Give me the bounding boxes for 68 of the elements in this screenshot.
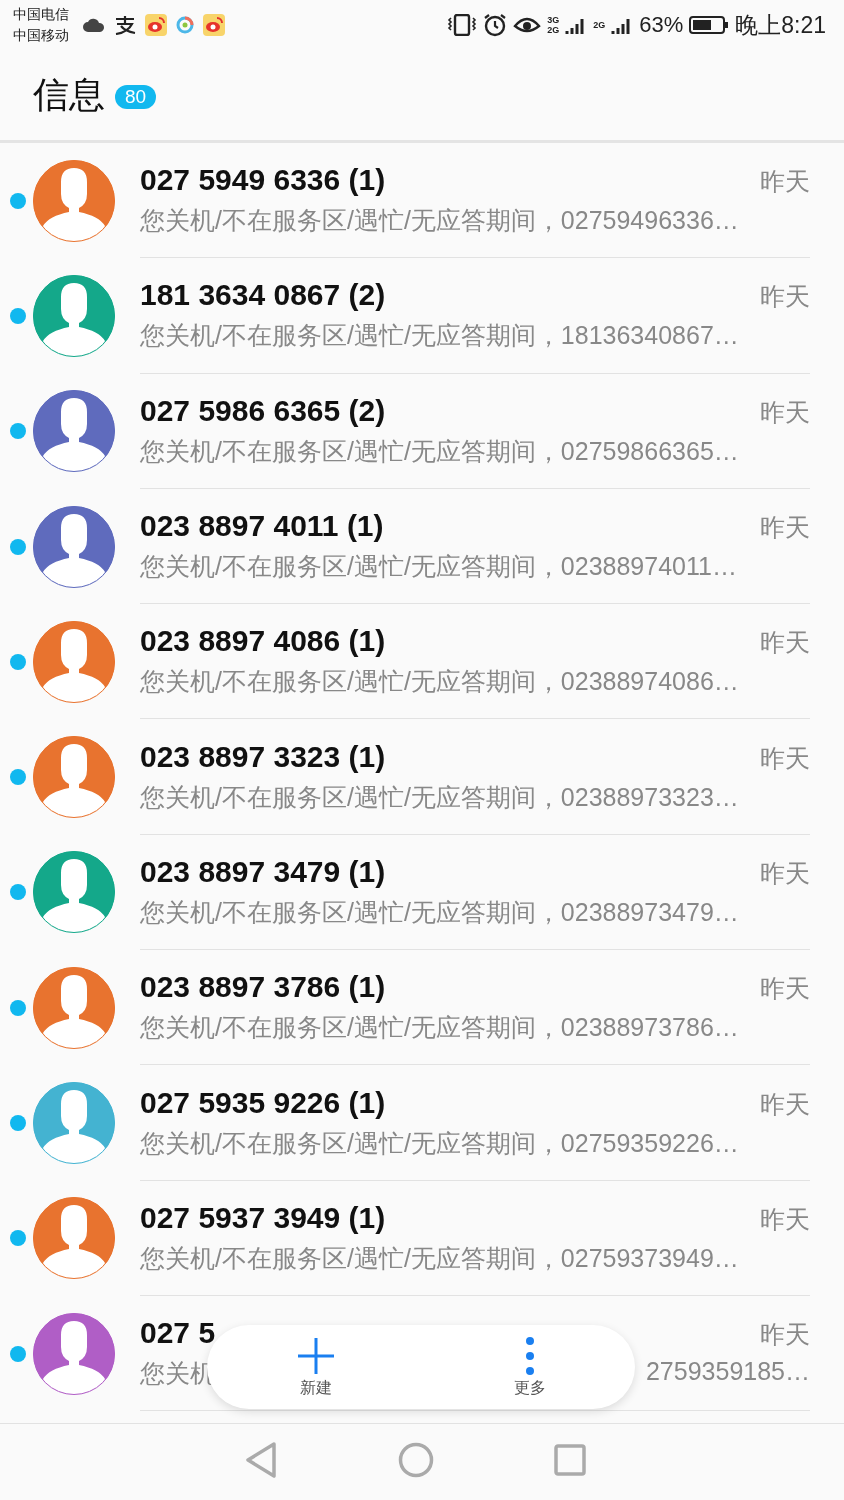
contact-number: 027 5986 6365 (2) <box>140 393 386 428</box>
message-preview: 您关机/不在服务区/遇忙/无应答期间，02388973479… <box>140 896 739 928</box>
contact-number: 181 3634 0867 (2) <box>140 278 386 313</box>
conversation-item[interactable]: 023 8897 3786 (1) 昨天 您关机/不在服务区/遇忙/无应答期间，02388973786… <box>0 950 844 1066</box>
eye-app-icon <box>145 14 167 36</box>
network-type: 3G <box>547 15 560 25</box>
add-icon <box>296 1335 336 1376</box>
contact-number: 023 8897 3479 (1) <box>140 854 386 889</box>
message-time: 昨天 <box>760 857 810 889</box>
carrier-name: 中国电信 <box>13 5 69 24</box>
conversation-item[interactable]: 023 8897 4011 (1) 昨天 您关机/不在服务区/遇忙/无应答期间，02388974011… <box>0 488 844 605</box>
battery-icon <box>689 15 730 35</box>
message-time: 昨天 <box>760 281 810 313</box>
message-preview: 您关机/不在服务区/遇忙/无应答期间，02759496336… <box>140 205 739 237</box>
message-time: 昨天 <box>760 973 810 1005</box>
contact-number: 027 5935 9226 (1) <box>140 1085 386 1120</box>
message-time: 昨天 <box>760 166 810 198</box>
contact-number: 027 5 <box>140 1316 216 1351</box>
unread-count-badge: 80 <box>115 85 157 109</box>
new-button[interactable]: 新建 <box>286 1331 346 1403</box>
message-preview: 您关机/不在服务区/遇忙/无应答期间，02759359226… <box>140 1127 739 1159</box>
network-type: 2G <box>547 25 560 35</box>
message-preview: 您关机/不在服务区/遇忙/无应答期间，02388974086… <box>140 666 739 698</box>
cloud-icon <box>83 18 105 32</box>
message-preview: 您关机/不在服务区/遇忙/无应答期间，02388973786… <box>140 1012 739 1044</box>
recents-icon[interactable] <box>554 1444 586 1476</box>
message-preview: 您关机/不在服务区/遇忙/无应答期间，02388973323… <box>140 781 739 813</box>
more-icon <box>524 1335 536 1376</box>
contact-number: 027 5937 3949 (1) <box>140 1200 386 1235</box>
message-time: 昨天 <box>760 627 810 659</box>
alarm-icon <box>483 13 508 37</box>
network-type: 2G <box>593 20 606 30</box>
contact-number: 023 8897 3323 (1) <box>140 739 386 774</box>
message-preview: 您关机/不在服务区/遇忙/无应答期间，02759866365… <box>140 435 739 467</box>
contact-number: 023 8897 4011 (1) <box>140 509 384 544</box>
message-preview: 您关机/不在服务区/遇忙/无应答期间，18136340867… <box>140 320 739 352</box>
message-preview: 您关机/不在服务区/遇忙/无应答期间，02759373949… <box>140 1242 739 1274</box>
vibrate-icon <box>447 14 478 36</box>
conversation-item[interactable]: 023 8897 3323 (1) 昨天 您关机/不在服务区/遇忙/无应答期间，02388973323… <box>0 719 844 835</box>
contact-number: 023 8897 4086 (1) <box>140 624 386 659</box>
contact-number: 027 5949 6336 (1) <box>140 163 386 198</box>
conversation-item[interactable]: 027 5986 6365 (2) 昨天 您关机/不在服务区/遇忙/无应答期间，02759866365… <box>0 373 844 489</box>
message-time: 昨天 <box>760 396 810 428</box>
app-icon <box>113 15 137 35</box>
message-preview: 您关机/不在服务区/遇忙/无应答期间，02388974011… <box>140 551 737 583</box>
contact-number: 023 8897 3786 (1) <box>140 970 386 1005</box>
message-preview: 2759359185… <box>645 1357 810 1388</box>
conversation-item[interactable]: 027 5935 9226 (1) 昨天 您关机/不在服务区/遇忙/无应答期间，02759359226… <box>0 1065 844 1181</box>
conversation-item[interactable]: 027 5949 6336 (1) 昨天 您关机/不在服务区/遇忙/无应答期间，02759496336… <box>0 143 844 259</box>
carrier-name: 中国移动 <box>13 26 69 45</box>
message-time: 昨天 <box>760 1088 810 1120</box>
ring-app-icon <box>175 15 195 35</box>
back-icon[interactable] <box>244 1441 278 1479</box>
message-time: 昨天 <box>760 742 810 774</box>
message-time: 昨天 <box>760 512 810 544</box>
conversation-item[interactable]: 027 5937 3949 (1) 昨天 您关机/不在服务区/遇忙/无应答期间，02759373949… <box>0 1180 844 1296</box>
message-time: 昨天 <box>760 1319 810 1351</box>
conversation-item[interactable]: 181 3634 0867 (2) 昨天 您关机/不在服务区/遇忙/无应答期间，18136340867… <box>0 258 844 374</box>
conversation-item[interactable]: 023 8897 4086 (1) 昨天 您关机/不在服务区/遇忙/无应答期间，02388974086… <box>0 604 844 720</box>
page-title: 信息 <box>33 72 105 117</box>
battery-percent: 63% <box>639 12 684 38</box>
more-button[interactable]: 更多 <box>504 1331 556 1403</box>
clock-time: 晚上8:21 <box>735 10 826 40</box>
message-time: 昨天 <box>760 1203 810 1235</box>
eye-app-icon <box>203 14 225 36</box>
eye-icon <box>513 15 542 35</box>
conversation-item[interactable]: 023 8897 3479 (1) 昨天 您关机/不在服务区/遇忙/无应答期间，02388973479… <box>0 834 844 951</box>
home-icon[interactable] <box>398 1442 434 1478</box>
